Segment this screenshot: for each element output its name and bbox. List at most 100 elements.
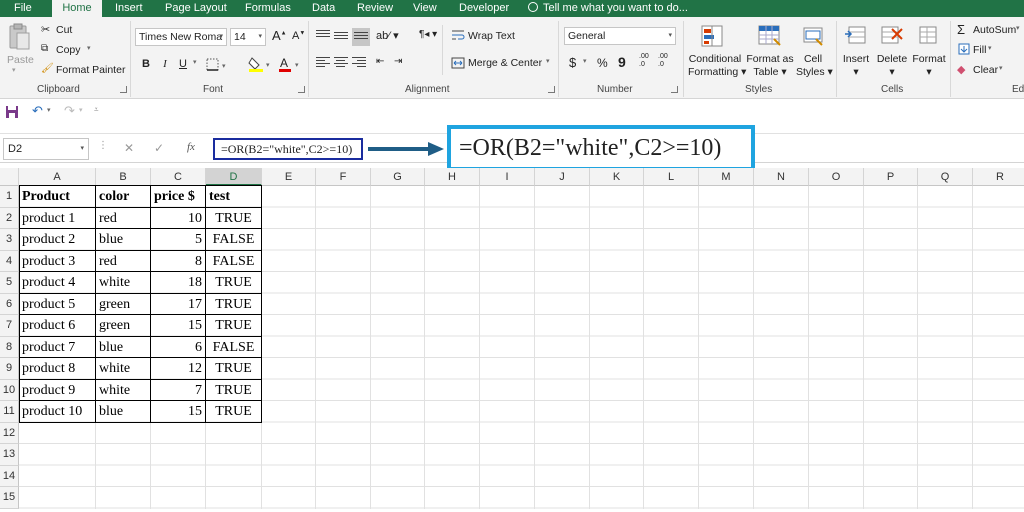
column-header-g[interactable]: G — [371, 168, 425, 186]
table-cell[interactable]: product 6 — [19, 315, 96, 337]
column-header-c[interactable]: C — [151, 168, 206, 186]
undo-dropdown-icon[interactable]: ▾ — [47, 106, 51, 114]
table-cell[interactable]: 10 — [151, 207, 206, 229]
increase-font-icon[interactable]: A▲ — [272, 28, 287, 43]
borders-icon[interactable]: ▾ — [206, 58, 230, 72]
font-launcher-icon[interactable] — [298, 86, 305, 93]
increase-indent-icon[interactable]: ⇥ — [394, 56, 402, 67]
italic-button[interactable]: I — [157, 56, 173, 72]
underline-dropdown-icon[interactable]: ▾ — [193, 58, 197, 66]
column-header-q[interactable]: Q — [918, 168, 973, 186]
tab-review[interactable]: Review — [357, 0, 393, 17]
table-cell[interactable]: TRUE — [206, 401, 262, 423]
tab-page-layout[interactable]: Page Layout — [165, 0, 227, 17]
row-header-8[interactable]: 8 — [0, 336, 19, 358]
row-header-12[interactable]: 12 — [0, 422, 19, 444]
table-cell[interactable]: FALSE — [206, 229, 262, 251]
paste-button[interactable]: Paste — [7, 54, 34, 66]
alignment-launcher-icon[interactable] — [548, 86, 555, 93]
insert-button[interactable]: Insert ▾ — [838, 53, 874, 79]
font-name-combo[interactable]: Times New Roma ▾ — [135, 28, 227, 46]
save-icon[interactable] — [5, 105, 19, 119]
table-cell[interactable]: white — [96, 272, 151, 294]
table-cell[interactable]: TRUE — [206, 293, 262, 315]
column-header-a[interactable]: A — [19, 168, 96, 186]
decrease-decimal-button[interactable]: .00 .0 — [658, 53, 674, 69]
table-cell[interactable]: TRUE — [206, 315, 262, 337]
row-header-2[interactable]: 2 — [0, 207, 19, 229]
format-button[interactable]: Format ▾ — [910, 53, 948, 79]
table-cell[interactable]: blue — [96, 229, 151, 251]
table-cell[interactable]: 5 — [151, 229, 206, 251]
align-center-icon[interactable] — [334, 57, 348, 69]
table-cell[interactable]: product 7 — [19, 336, 96, 358]
row-header-9[interactable]: 9 — [0, 358, 19, 380]
clipboard-launcher-icon[interactable] — [120, 86, 127, 93]
tab-data[interactable]: Data — [312, 0, 335, 17]
table-cell[interactable]: product 1 — [19, 207, 96, 229]
enter-icon[interactable]: ✓ — [154, 141, 164, 155]
tab-view[interactable]: View — [413, 0, 437, 17]
align-middle-icon[interactable] — [334, 32, 348, 44]
row-header-1[interactable]: 1 — [0, 186, 19, 208]
column-header-d[interactable]: D — [206, 168, 262, 186]
table-cell[interactable]: product 4 — [19, 272, 96, 294]
table-cell[interactable]: FALSE — [206, 336, 262, 358]
table-cell[interactable]: blue — [96, 401, 151, 423]
row-header-6[interactable]: 6 — [0, 293, 19, 315]
column-header-h[interactable]: H — [425, 168, 480, 186]
align-top-icon[interactable] — [316, 30, 330, 42]
table-cell[interactable]: 15 — [151, 315, 206, 337]
currency-button[interactable]: $ — [569, 55, 576, 70]
table-header-cell[interactable]: Product — [19, 186, 96, 208]
merge-center-button[interactable]: Merge & Center — [468, 57, 542, 69]
fill-button[interactable]: Fill — [973, 44, 986, 56]
font-color-icon[interactable]: A ▾ — [278, 55, 304, 73]
table-cell[interactable]: green — [96, 293, 151, 315]
column-header-b[interactable]: B — [96, 168, 151, 186]
table-cell[interactable]: green — [96, 315, 151, 337]
column-header-k[interactable]: K — [590, 168, 644, 186]
currency-dropdown-icon[interactable]: ▾ — [583, 57, 587, 65]
column-header-n[interactable]: N — [754, 168, 809, 186]
table-cell[interactable]: white — [96, 379, 151, 401]
clear-dropdown-icon[interactable]: ▾ — [999, 64, 1003, 72]
cancel-icon[interactable]: ✕ — [124, 141, 134, 155]
table-cell[interactable]: 18 — [151, 272, 206, 294]
decrease-indent-icon[interactable]: ⇤ — [376, 56, 384, 67]
fill-color-icon[interactable]: ▾ — [248, 55, 274, 73]
tab-formulas[interactable]: Formulas — [245, 0, 291, 17]
tab-developer[interactable]: Developer — [459, 0, 509, 17]
format-painter-button[interactable]: Format Painter — [56, 64, 125, 76]
insert-function-icon[interactable]: fx — [187, 141, 195, 153]
align-right-icon[interactable] — [352, 57, 366, 69]
number-launcher-icon[interactable] — [671, 86, 678, 93]
table-cell[interactable]: 8 — [151, 250, 206, 272]
percent-button[interactable]: % — [597, 56, 608, 70]
column-header-m[interactable]: M — [699, 168, 754, 186]
table-cell[interactable]: red — [96, 207, 151, 229]
table-cell[interactable]: red — [96, 250, 151, 272]
tell-me-search[interactable]: Tell me what you want to do... — [528, 0, 688, 17]
copy-dropdown-icon[interactable]: ▾ — [87, 44, 91, 52]
table-cell[interactable]: 15 — [151, 401, 206, 423]
paste-dropdown-icon[interactable]: ▾ — [12, 66, 16, 74]
column-header-e[interactable]: E — [262, 168, 316, 186]
table-cell[interactable]: FALSE — [206, 250, 262, 272]
cut-button[interactable]: Cut — [56, 24, 72, 36]
customize-qat-icon[interactable]: ⩡ — [94, 105, 99, 115]
row-header-4[interactable]: 4 — [0, 250, 19, 272]
column-header-r[interactable]: R — [973, 168, 1024, 186]
table-cell[interactable]: blue — [96, 336, 151, 358]
table-header-cell[interactable]: price $ — [151, 186, 206, 208]
row-header-3[interactable]: 3 — [0, 229, 19, 251]
autosum-dropdown-icon[interactable]: ▾ — [1016, 24, 1020, 32]
table-cell[interactable]: product 2 — [19, 229, 96, 251]
decrease-font-icon[interactable]: A▼ — [292, 30, 305, 42]
table-cell[interactable]: product 5 — [19, 293, 96, 315]
name-box[interactable]: D2 ▾ — [3, 138, 89, 160]
format-as-table-button[interactable]: Format as Table ▾ — [744, 53, 796, 79]
align-bottom-icon[interactable] — [352, 28, 370, 46]
formula-input[interactable]: =OR(B2="white",C2>=10) — [213, 138, 363, 160]
conditional-formatting-button[interactable]: Conditional Formatting ▾ — [688, 53, 746, 79]
